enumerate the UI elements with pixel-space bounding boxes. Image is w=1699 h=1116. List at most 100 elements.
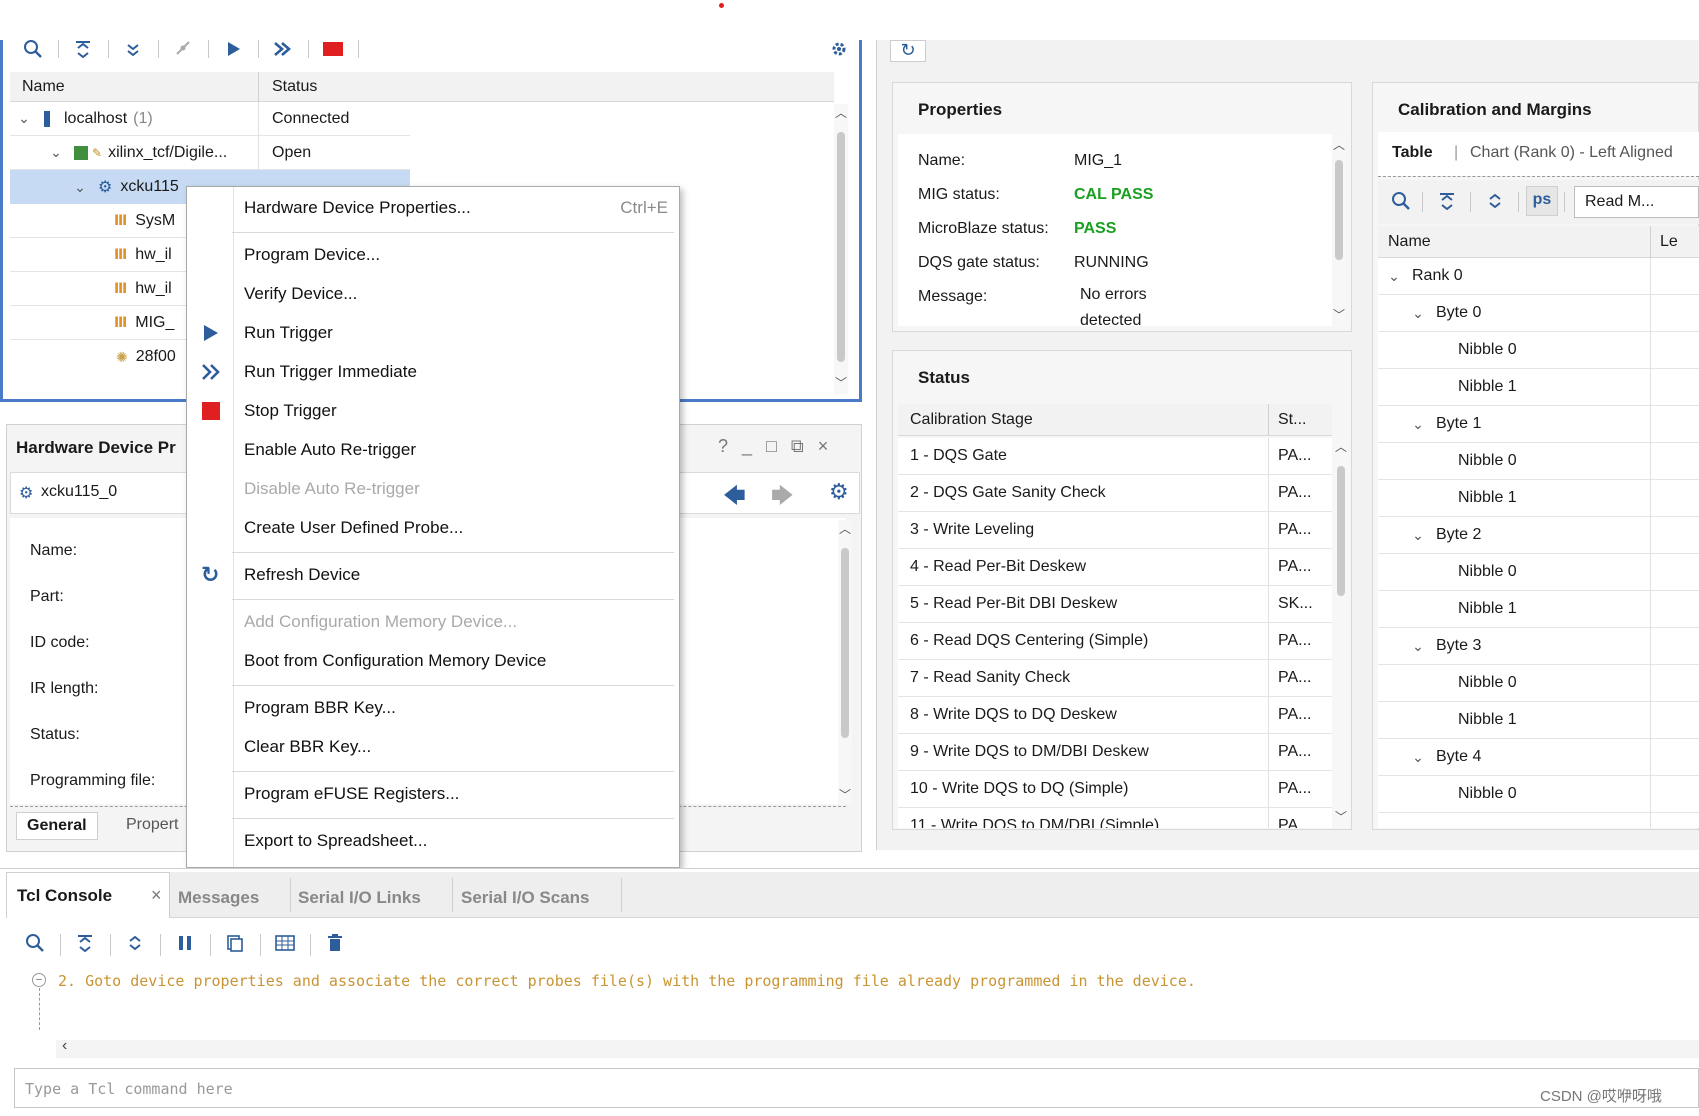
properties-scrollbar[interactable]: ︿ ﹀ — [1332, 136, 1346, 326]
pause-icon[interactable] — [168, 926, 202, 960]
chevron-up-icon[interactable]: ︿ — [839, 520, 851, 537]
status-table-row[interactable]: 11 - Write DQS to DM/DBI (Simple) PA... — [898, 808, 1332, 828]
status-table-row[interactable]: 10 - Write DQS to DQ (Simple) PA... — [898, 771, 1332, 808]
chevron-down-icon[interactable]: ﹀ — [1333, 306, 1345, 323]
ps-units-toggle[interactable]: ps — [1526, 186, 1558, 216]
stage-status: PA... — [1278, 447, 1312, 464]
refresh-icon[interactable]: ↻ — [890, 40, 926, 62]
run-trigger-icon[interactable] — [216, 32, 250, 66]
stop-trigger-icon[interactable] — [316, 32, 350, 66]
chevron-down-icon[interactable]: ⌄ — [1410, 416, 1426, 433]
run-trigger-immediate-icon[interactable] — [266, 32, 300, 66]
chevron-up-icon[interactable]: ︿ — [1333, 136, 1345, 153]
search-icon[interactable] — [18, 926, 52, 960]
close-icon[interactable]: × — [818, 436, 829, 457]
calibration-stage: 11 - Write DQS to DM/DBI (Simple) — [910, 817, 1160, 828]
chevron-down-icon[interactable]: ⌄ — [1410, 749, 1426, 766]
trash-icon[interactable] — [318, 926, 352, 960]
status-table-row[interactable]: 5 - Read Per-Bit DBI Deskew SK... — [898, 586, 1332, 623]
collapse-all-icon[interactable] — [66, 32, 100, 66]
search-icon[interactable] — [16, 32, 50, 66]
column-status-header[interactable]: Status — [272, 78, 317, 96]
collapse-all-icon[interactable] — [68, 926, 102, 960]
float-icon[interactable]: ⧉ — [791, 436, 804, 457]
chevron-down-icon[interactable]: ⌄ — [48, 144, 64, 161]
close-icon[interactable]: × — [151, 885, 162, 906]
chevron-down-icon[interactable]: ⌄ — [16, 110, 32, 127]
stage-status: PA... — [1278, 743, 1312, 760]
tab-messages[interactable]: Messages — [178, 878, 259, 918]
read-mode-select[interactable]: Read M... — [1574, 186, 1699, 218]
chevron-down-icon[interactable]: ⌄ — [1386, 268, 1402, 285]
properties-title: Properties — [918, 100, 1003, 119]
status-table-row[interactable]: 9 - Write DQS to DM/DBI Deskew PA... — [898, 734, 1332, 771]
help-icon[interactable]: ? — [718, 436, 728, 457]
tree-scrollbar[interactable]: ︿ ﹀ — [834, 104, 848, 394]
collapse-all-icon[interactable] — [1430, 184, 1464, 218]
chevron-up-icon[interactable]: ︿ — [1335, 438, 1347, 455]
copy-icon[interactable] — [218, 926, 252, 960]
tree-label: xilinx_tcf/Digile... — [108, 143, 228, 161]
status-table-row[interactable]: 7 - Read Sanity Check PA... — [898, 660, 1332, 697]
status-table-row[interactable]: 3 - Write Leveling PA... — [898, 512, 1332, 549]
back-arrow-icon[interactable]: 🡄 — [723, 479, 746, 517]
device-props-scrollbar[interactable]: ︿ ﹀ — [838, 520, 852, 804]
board-icon — [74, 145, 88, 160]
status-table-row[interactable]: 1 - DQS Gate PA... — [898, 438, 1332, 475]
forward-arrow-icon[interactable]: 🡆 — [771, 479, 794, 517]
maximize-icon[interactable]: □ — [766, 436, 777, 457]
chevron-down-icon[interactable]: ⌄ — [1410, 527, 1426, 544]
core-icon: Ⅲ — [114, 246, 128, 262]
table-view-icon[interactable] — [268, 926, 302, 960]
status-table-row[interactable]: 4 - Read Per-Bit Deskew PA... — [898, 549, 1332, 586]
chevron-down-icon[interactable]: ⌄ — [1410, 305, 1426, 322]
chevron-down-icon[interactable]: ﹀ — [1335, 808, 1347, 825]
expand-all-icon[interactable] — [1478, 184, 1512, 218]
search-icon[interactable] — [1384, 184, 1418, 218]
chevron-up-icon[interactable]: ︿ — [835, 104, 847, 121]
column-name-header[interactable]: Name — [22, 78, 65, 96]
connect-icon[interactable] — [166, 32, 200, 66]
console-hscroll[interactable]: ‹ — [56, 1037, 1699, 1058]
tree-row-localhost[interactable]: ⌄ localhost (1) Connected — [10, 102, 410, 136]
tree-status: Open — [272, 143, 312, 161]
status-table-row[interactable]: 6 - Read DQS Centering (Simple) PA... — [898, 623, 1332, 660]
collapse-toggle-icon[interactable]: – — [32, 973, 46, 987]
tree-row-target[interactable]: ⌄ ✎ xilinx_tcf/Digile... Open — [10, 136, 410, 170]
field-idcode-label: ID code: — [30, 634, 90, 651]
calibration-tree: ⌄ Rank 0 ⌄ Byte 0 Nibble 0 Nibble 1 ⌄ Byte 1 Nib… — [1378, 258, 1699, 828]
tab-general[interactable]: General — [16, 812, 98, 840]
settings-gear-icon[interactable]: ⚙ — [829, 479, 849, 505]
view-table-tab[interactable]: Table — [1392, 144, 1433, 162]
status-table-row[interactable]: 2 - DQS Gate Sanity Check PA... — [898, 475, 1332, 512]
tree-label: localhost — [64, 109, 128, 127]
calibration-tree-label: Nibble 1 — [1458, 600, 1517, 617]
tab-serial-io-links[interactable]: Serial I/O Links — [298, 878, 421, 918]
column-name-header[interactable]: Name — [1388, 233, 1431, 251]
chevron-down-icon[interactable]: ﹀ — [835, 374, 847, 391]
chevron-down-icon[interactable]: ﹀ — [839, 786, 851, 803]
tcl-input-placeholder: Type a Tcl command here — [25, 1080, 233, 1098]
status-table-row[interactable]: 8 - Write DQS to DQ Deskew PA... — [898, 697, 1332, 734]
expand-all-icon[interactable] — [118, 926, 152, 960]
view-chart-tab[interactable]: Chart (Rank 0) - Left Aligned — [1470, 144, 1673, 162]
prop-value: MIG_1 — [1074, 152, 1123, 169]
tab-properties[interactable]: Propert — [126, 816, 178, 834]
tcl-command-input[interactable]: Type a Tcl command here — [14, 1068, 1699, 1108]
chevron-left-icon[interactable]: ‹ — [62, 1037, 67, 1055]
calibration-stage: 5 - Read Per-Bit DBI Deskew — [910, 595, 1118, 612]
calibration-stage: 3 - Write Leveling — [910, 521, 1035, 538]
status-scrollbar[interactable]: ︿ ﹀ — [1334, 438, 1348, 828]
settings-gear-icon[interactable] — [822, 32, 856, 66]
expand-all-icon[interactable] — [116, 32, 150, 66]
calibration-tree-label: Nibble 0 — [1458, 785, 1517, 802]
calibration-stage: 4 - Read Per-Bit Deskew — [910, 558, 1087, 575]
column-left-header[interactable]: Le — [1660, 233, 1678, 251]
chevron-down-icon[interactable]: ⌄ — [72, 179, 88, 196]
minimize-icon[interactable]: _ — [742, 436, 752, 457]
tab-serial-io-scans[interactable]: Serial I/O Scans — [461, 878, 590, 918]
column-status-header[interactable]: St... — [1278, 411, 1306, 429]
column-stage-header[interactable]: Calibration Stage — [910, 411, 1033, 429]
tab-tcl-console[interactable]: Tcl Console × — [6, 872, 170, 918]
chevron-down-icon[interactable]: ⌄ — [1410, 638, 1426, 655]
